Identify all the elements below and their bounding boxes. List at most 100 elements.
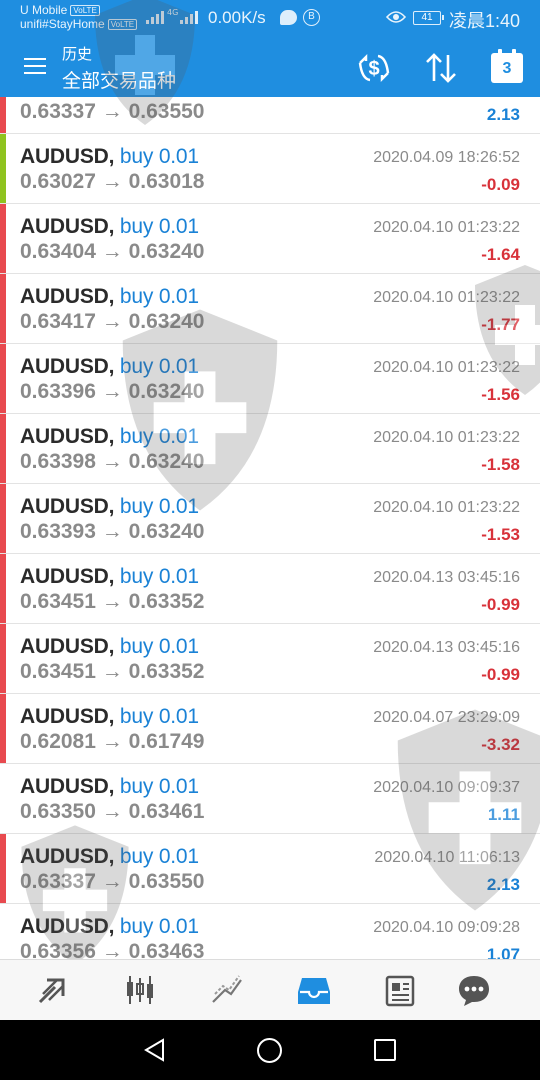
trade-side: buy 0.01	[119, 845, 199, 868]
trade-prices: 0.63356 → 0.63463	[20, 940, 205, 959]
quotes-icon[interactable]	[35, 972, 71, 1008]
trade-prices: 0.63398 → 0.63240	[20, 450, 205, 473]
history-list[interactable]: 0.63337 → 0.63550 2.13 AUDUSD, buy 0.01 0.6…	[0, 97, 540, 959]
trade-side: buy 0.01	[119, 215, 199, 238]
trade-symbol: AUDUSD, buy 0.01	[20, 565, 199, 589]
trade-row[interactable]: AUDUSD, buy 0.01 0.63417 → 0.63240 2020.04…	[0, 274, 540, 344]
symbol-name: AUDUSD,	[20, 635, 115, 658]
calendar-icon[interactable]: 3	[491, 49, 523, 83]
home-icon[interactable]	[257, 1038, 282, 1063]
page-title: 历史	[62, 45, 93, 63]
trade-side: buy 0.01	[119, 705, 199, 728]
trade-side: buy 0.01	[119, 775, 199, 798]
row-indicator	[0, 344, 6, 413]
symbol-name: AUDUSD,	[20, 355, 115, 378]
trade-time: 2020.04.13 03:45:16	[373, 639, 520, 656]
symbol-name: AUDUSD,	[20, 845, 115, 868]
volte-badge-2: VoLTE	[107, 18, 138, 30]
network-speed: 0.00K/s	[208, 8, 266, 27]
trade-profit: 2.13	[486, 105, 520, 124]
menu-icon[interactable]	[24, 58, 48, 78]
trade-row[interactable]: AUDUSD, buy 0.01 0.63027 → 0.63018 2020.04…	[0, 134, 540, 204]
trade-profit: 1.07	[486, 945, 520, 959]
trade-symbol: AUDUSD, buy 0.01	[20, 285, 199, 309]
trade-symbol: AUDUSD, buy 0.01	[20, 145, 199, 169]
symbol-name: AUDUSD,	[20, 145, 115, 168]
volte-badge: VoLTE	[70, 4, 100, 16]
trade-side: buy 0.01	[119, 425, 199, 448]
trade-row[interactable]: AUDUSD, buy 0.01 0.63451 → 0.63352 2020.04…	[0, 554, 540, 624]
trade-row[interactable]: AUDUSD, buy 0.01 0.63356 → 0.63463 2020.04…	[0, 904, 540, 959]
trade-symbol: AUDUSD, buy 0.01	[20, 495, 199, 519]
trade-prices: 0.63451 → 0.63352	[20, 660, 205, 683]
dollar-exchange-icon[interactable]: $	[356, 51, 392, 85]
trade-time: 2020.04.10 01:23:22	[373, 219, 520, 236]
trade-profit: -1.77	[481, 315, 520, 334]
trade-row[interactable]: AUDUSD, buy 0.01 0.63350 → 0.63461 2020.04…	[0, 764, 540, 834]
carrier-info: U Mobile VoLTE unifi#StayHome VoLTE	[20, 3, 138, 31]
trade-symbol: AUDUSD, buy 0.01	[20, 355, 199, 379]
trade-row[interactable]: AUDUSD, buy 0.01 0.63404 → 0.63240 2020.04…	[0, 204, 540, 274]
trade-row[interactable]: AUDUSD, buy 0.01 0.63398 → 0.63240 2020.04…	[0, 414, 540, 484]
symbol-name: AUDUSD,	[20, 495, 115, 518]
trade-symbol: AUDUSD, buy 0.01	[20, 775, 199, 799]
trade-profit: -1.64	[481, 245, 520, 264]
back-icon[interactable]	[143, 1038, 167, 1062]
trade-time: 2020.04.10 09:09:28	[373, 919, 520, 936]
trade-time: 2020.04.10 01:23:22	[373, 499, 520, 516]
symbol-filter[interactable]: 全部交易品种	[62, 66, 176, 93]
symbol-name: AUDUSD,	[20, 565, 115, 588]
symbol-name: AUDUSD,	[20, 425, 115, 448]
recents-icon[interactable]	[374, 1039, 396, 1061]
carrier-secondary: unifi#StayHome	[20, 17, 105, 31]
trade-prices: 0.63417 → 0.63240	[20, 310, 205, 333]
news-icon[interactable]	[383, 972, 419, 1008]
trade-prices: 0.62081 → 0.61749	[20, 730, 205, 753]
row-indicator	[0, 834, 6, 903]
trade-profit: 1.11	[487, 805, 520, 824]
row-indicator	[0, 904, 6, 959]
trade-prices: 0.63027 → 0.63018	[20, 170, 205, 193]
trade-time: 2020.04.10 11:06:13	[374, 849, 520, 866]
trade-row[interactable]: AUDUSD, buy 0.01 0.63393 → 0.63240 2020.04…	[0, 484, 540, 554]
symbol-name: AUDUSD,	[20, 775, 115, 798]
symbol-name: AUDUSD,	[20, 915, 115, 938]
bottom-tab-bar	[0, 959, 540, 1020]
row-indicator	[0, 624, 6, 693]
trade-time: 2020.04.10 09:09:37	[373, 779, 520, 796]
trade-prices: 0.63451 → 0.63352	[20, 590, 205, 613]
chart-icon[interactable]	[122, 972, 158, 1008]
row-indicator	[0, 694, 6, 763]
trade-symbol: AUDUSD, buy 0.01	[20, 845, 199, 869]
trade-row[interactable]: AUDUSD, buy 0.01 0.63396 → 0.63240 2020.04…	[0, 344, 540, 414]
svg-text:$: $	[368, 58, 379, 80]
network-type: 4G	[167, 8, 179, 17]
trade-row[interactable]: 0.63337 → 0.63550 2.13	[0, 97, 540, 134]
trade-symbol: AUDUSD, buy 0.01	[20, 635, 199, 659]
trade-prices: 0.63337 → 0.63550	[20, 870, 205, 893]
symbol-name: AUDUSD,	[20, 215, 115, 238]
chat-icon[interactable]	[456, 972, 492, 1008]
row-indicator	[0, 204, 6, 273]
trade-side: buy 0.01	[119, 565, 199, 588]
trade-side: buy 0.01	[119, 145, 199, 168]
row-indicator	[0, 414, 6, 483]
symbol-name: AUDUSD,	[20, 285, 115, 308]
trade-profit: -0.99	[481, 595, 520, 614]
trade-prices: 0.63393 → 0.63240	[20, 520, 205, 543]
carrier-name: U Mobile	[20, 3, 68, 17]
app-screen: U Mobile VoLTE unifi#StayHome VoLTE 4G 0.0…	[0, 0, 540, 1080]
sort-icon[interactable]	[423, 51, 459, 85]
trade-row[interactable]: AUDUSD, buy 0.01 0.62081 → 0.61749 2020.04…	[0, 694, 540, 764]
history-icon[interactable]	[296, 972, 332, 1008]
trade-prices: 0.63350 → 0.63461	[20, 800, 205, 823]
row-indicator	[0, 97, 6, 133]
trade-icon[interactable]	[209, 972, 245, 1008]
signal-icon	[146, 10, 164, 24]
battery-icon: 41	[413, 11, 444, 25]
trade-profit: -0.09	[481, 175, 520, 194]
trade-row[interactable]: AUDUSD, buy 0.01 0.63451 → 0.63352 2020.04…	[0, 624, 540, 694]
row-indicator	[0, 484, 6, 553]
trade-row[interactable]: AUDUSD, buy 0.01 0.63337 → 0.63550 2020.04…	[0, 834, 540, 904]
trade-profit: -1.56	[481, 385, 520, 404]
